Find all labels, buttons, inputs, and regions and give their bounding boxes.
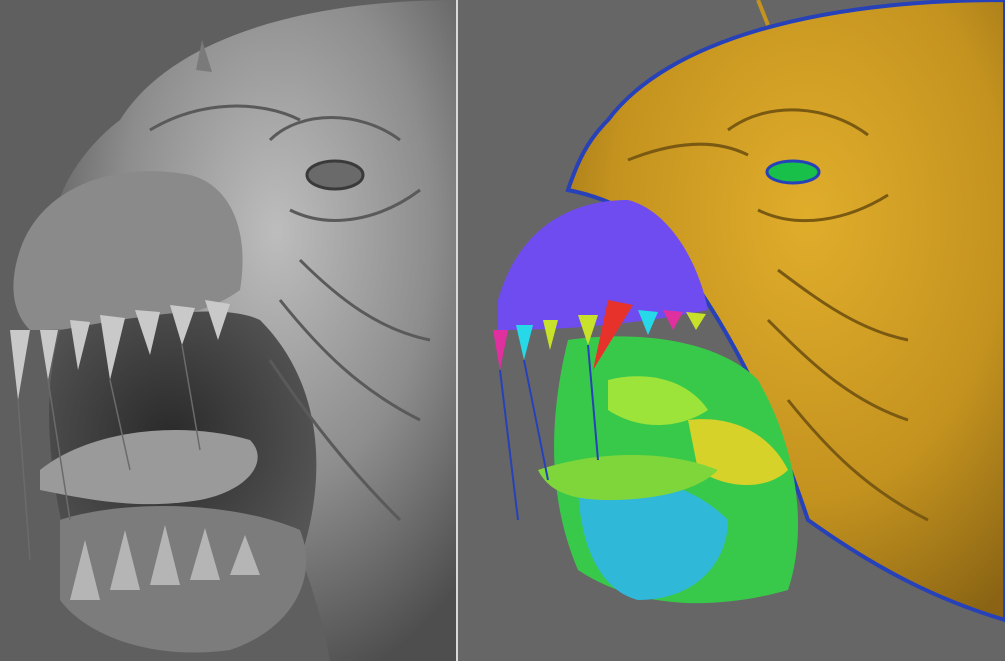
- polygroup-render: [493, 0, 1005, 623]
- image-canvas: [0, 0, 1005, 661]
- eye: [305, 159, 365, 191]
- left-sculpt-panel: [0, 0, 458, 661]
- lower-jaw: [60, 506, 307, 653]
- right-polygroup-panel: [458, 0, 1005, 661]
- eye-green: [765, 159, 821, 185]
- grey-sculpt-render: [10, 0, 458, 661]
- antenna: [756, 0, 770, 26]
